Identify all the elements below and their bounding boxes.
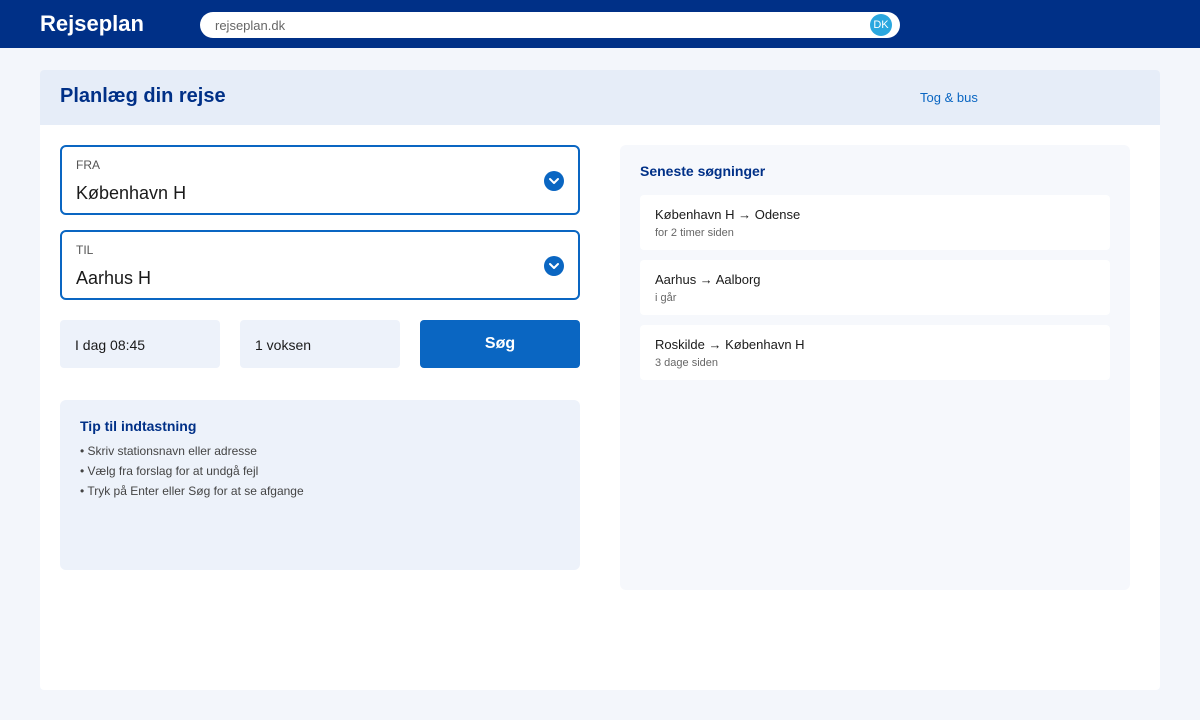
- to-station-field[interactable]: TIL Aarhus H: [60, 230, 580, 300]
- from-value: København H: [76, 183, 187, 203]
- recent-searches-title: Seneste søgninger: [640, 163, 766, 179]
- transport-mode-link[interactable]: Tog & bus: [920, 90, 978, 105]
- recent-time: i går: [655, 292, 677, 304]
- from-station-field[interactable]: FRA København H: [60, 145, 580, 215]
- passengers-field[interactable]: 1 voksen: [240, 320, 400, 368]
- recent-search-item[interactable]: Aarhus → Aalborg i går: [640, 260, 1110, 315]
- page-title: Planlæg din rejse: [60, 85, 226, 107]
- tip-item: • Vælg fra forslag for at undgå fejl: [80, 464, 259, 478]
- address-text: rejseplan.dk: [215, 18, 286, 33]
- tip-item: • Tryk på Enter eller Søg for at se afga…: [80, 484, 304, 498]
- recent-route: Aarhus → Aalborg: [655, 272, 761, 287]
- from-label: FRA: [76, 158, 100, 172]
- to-label: TIL: [76, 243, 94, 257]
- search-button[interactable]: Søg: [420, 320, 580, 368]
- recent-searches-panel: Seneste søgninger København H → Odense f…: [620, 145, 1130, 590]
- tips-list: • Skriv stationsnavn eller adresse • Væl…: [80, 444, 304, 504]
- address-bar[interactable]: rejseplan.dk DK: [200, 12, 900, 38]
- tip-item: • Skriv stationsnavn eller adresse: [80, 444, 257, 458]
- tips-title: Tip til indtastning: [80, 418, 197, 434]
- journey-planner-card: Planlæg din rejse Tog & bus FRA Københav…: [40, 70, 1160, 690]
- locale-badge[interactable]: DK: [870, 14, 892, 36]
- card-header: Planlæg din rejse Tog & bus: [40, 70, 1160, 125]
- datetime-field[interactable]: I dag 08:45: [60, 320, 220, 368]
- brand-logo[interactable]: Rejseplan: [40, 11, 144, 37]
- chevron-down-icon[interactable]: [544, 256, 564, 276]
- recent-search-item[interactable]: København H → Odense for 2 timer siden: [640, 195, 1110, 250]
- recent-time: 3 dage siden: [655, 357, 718, 369]
- passengers-value: 1 voksen: [255, 337, 312, 353]
- chevron-down-icon[interactable]: [544, 171, 564, 191]
- recent-time: for 2 timer siden: [655, 227, 734, 239]
- to-value: Aarhus H: [76, 268, 152, 288]
- recent-route: København H → Odense: [655, 207, 801, 222]
- recent-search-item[interactable]: Roskilde → København H 3 dage siden: [640, 325, 1110, 380]
- datetime-value: I dag 08:45: [75, 337, 146, 353]
- top-bar: Rejseplan rejseplan.dk DK: [0, 0, 1200, 48]
- recent-route: Roskilde → København H: [655, 337, 805, 352]
- input-tips-panel: Tip til indtastning • Skriv stationsnavn…: [60, 400, 580, 570]
